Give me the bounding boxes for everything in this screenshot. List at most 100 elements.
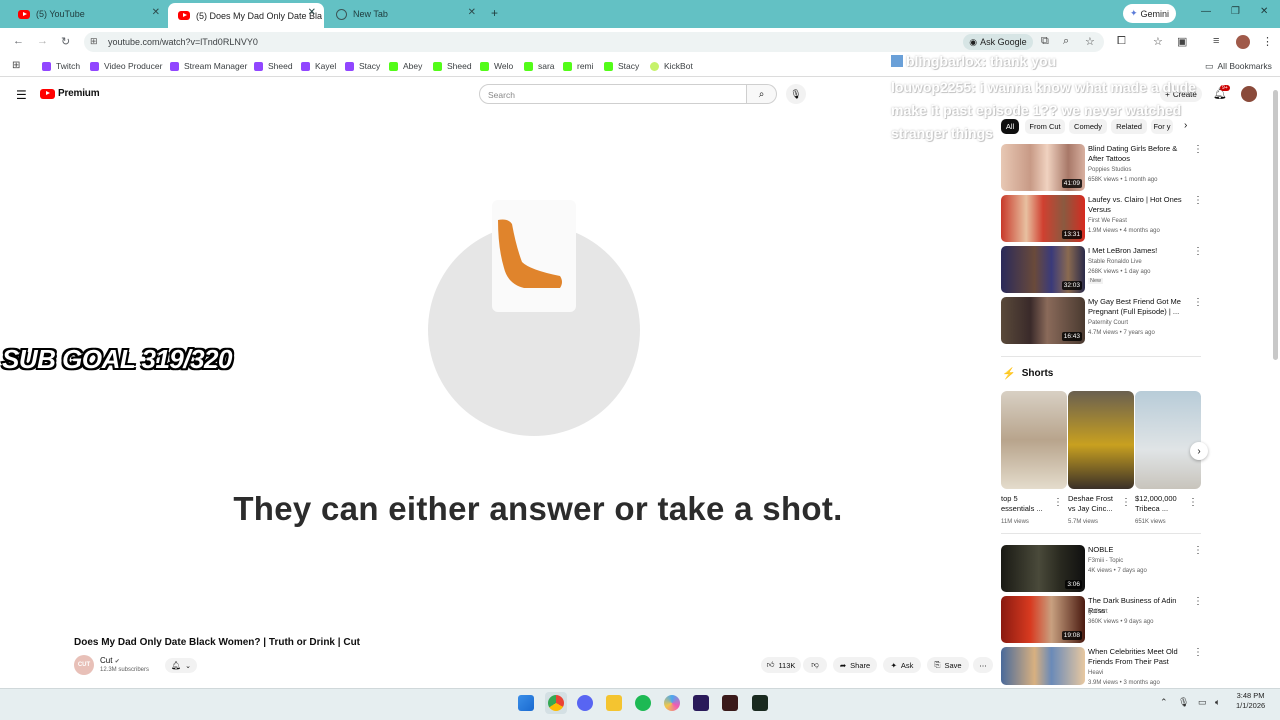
start-menu-icon[interactable] xyxy=(518,695,534,711)
bookmark-stream-manager[interactable]: Stream Manager xyxy=(170,59,247,73)
short-menu-icon[interactable]: ⋮ xyxy=(1188,497,1198,508)
video-thumbnail[interactable]: 19:08 xyxy=(1001,596,1085,643)
close-tab-icon[interactable]: ✕ xyxy=(152,7,160,18)
search-input[interactable]: Search xyxy=(479,84,747,104)
app-icon[interactable] xyxy=(722,695,738,711)
site-info-icon[interactable]: ⊞ xyxy=(90,36,98,47)
video-thumbnail[interactable]: 13:31 xyxy=(1001,195,1085,242)
video-thumbnail[interactable]: 16:43 xyxy=(1001,297,1085,344)
tray-chevron-icon[interactable]: ⌃ xyxy=(1160,697,1168,708)
apps-grid-icon[interactable]: ⊞ xyxy=(12,60,20,71)
video-channel[interactable]: Poppies Studios xyxy=(1088,165,1131,175)
video-title[interactable]: Blind Dating Girls Before & After Tattoo… xyxy=(1088,144,1192,164)
video-channel[interactable]: First We Feast xyxy=(1088,216,1127,226)
all-bookmarks[interactable]: ▭ All Bookmarks xyxy=(1205,59,1272,73)
gemini-button[interactable]: ✦ Gemini xyxy=(1123,4,1176,23)
short-menu-icon[interactable]: ⋮ xyxy=(1053,497,1063,508)
zoom-icon[interactable]: ⌕ xyxy=(1063,35,1069,48)
minimize-icon[interactable]: — xyxy=(1201,6,1211,17)
like-button[interactable]: 👍︎ 113K xyxy=(761,657,801,673)
video-channel[interactable]: Stable Ronaldo Live xyxy=(1088,257,1142,267)
reload-icon[interactable]: ↻ xyxy=(61,35,70,48)
video-title[interactable]: NOBLE xyxy=(1088,545,1192,555)
video-menu-icon[interactable]: ⋮ xyxy=(1193,297,1203,308)
bookmark-kayel[interactable]: Kayel xyxy=(301,59,336,73)
chip-for-you[interactable]: For y xyxy=(1151,119,1173,134)
copilot-icon[interactable] xyxy=(664,695,680,711)
chip-all[interactable]: All xyxy=(1001,119,1019,134)
url-text[interactable]: youtube.com/watch?v=lTnd0RLNVY0 xyxy=(108,37,258,47)
short-thumbnail[interactable] xyxy=(1068,391,1134,489)
video-title[interactable]: My Gay Best Friend Got Me Pregnant (Full… xyxy=(1088,297,1192,317)
short-title[interactable]: top 5 essentials ... xyxy=(1001,494,1053,514)
search-button[interactable]: ⌕ xyxy=(747,84,777,104)
video-title[interactable]: Laufey vs. Clairo | Hot Ones Versus xyxy=(1088,195,1192,215)
video-thumbnail[interactable]: 41:09 xyxy=(1001,144,1085,191)
video-title[interactable]: I Met LeBron James! xyxy=(1088,246,1192,256)
short-title[interactable]: $12,000,000 Tribeca ... xyxy=(1135,494,1187,514)
bookmark-stacy[interactable]: Stacy xyxy=(345,59,380,73)
extensions-icon[interactable]: ⧠ xyxy=(1117,35,1126,48)
short-thumbnail[interactable] xyxy=(1135,391,1201,489)
taskbar-clock[interactable]: 3:48 PM 1/1/2026 xyxy=(1236,691,1265,711)
app-icon-green[interactable] xyxy=(752,695,768,711)
video-thumbnail[interactable]: 32:03 xyxy=(1001,246,1085,293)
bookmark-sara[interactable]: sara xyxy=(524,59,555,73)
bookmark-kickbot[interactable]: KickBot xyxy=(650,59,693,73)
close-tab-icon[interactable]: ✕ xyxy=(308,7,316,18)
video-menu-icon[interactable]: ⋮ xyxy=(1193,647,1203,658)
volume-icon[interactable]: 🔈︎ xyxy=(1215,697,1220,708)
video-channel[interactable]: golfsert xyxy=(1088,607,1108,617)
save-button[interactable]: ⎘ Save xyxy=(927,657,969,673)
premiere-icon[interactable] xyxy=(693,695,709,711)
chip-comedy[interactable]: Comedy xyxy=(1069,119,1107,134)
video-thumbnail[interactable] xyxy=(1001,647,1085,685)
video-title[interactable]: When Celebrities Meet Old Friends From T… xyxy=(1088,647,1192,667)
bookmark-sheed[interactable]: Sheed xyxy=(254,59,293,73)
bookmark-stacy-kick[interactable]: Stacy xyxy=(604,59,639,73)
tab-new[interactable]: New Tab ✕ xyxy=(326,3,484,25)
bookmark-star-icon[interactable]: ☆ xyxy=(1153,35,1163,48)
channel-name[interactable]: Cut ✔ xyxy=(100,656,120,665)
chrome-icon[interactable] xyxy=(548,695,564,711)
video-menu-icon[interactable]: ⋮ xyxy=(1193,545,1203,556)
video-menu-icon[interactable]: ⋮ xyxy=(1193,246,1203,257)
video-menu-icon[interactable]: ⋮ xyxy=(1193,596,1203,607)
dislike-button[interactable]: 👎︎ xyxy=(803,657,827,673)
share-button[interactable]: ➦ Share xyxy=(833,657,877,673)
tab-search-icon[interactable]: ≡ xyxy=(1213,35,1219,47)
maximize-icon[interactable]: ❐ xyxy=(1231,6,1240,17)
subscribed-bell-button[interactable]: 🔔︎ ⌄ xyxy=(165,658,197,673)
video-channel[interactable]: Heavi xyxy=(1088,668,1103,678)
video-menu-icon[interactable]: ⋮ xyxy=(1193,144,1203,155)
chevron-right-icon[interactable]: › xyxy=(1184,120,1187,131)
short-thumbnail[interactable] xyxy=(1001,391,1067,489)
chip-related[interactable]: Related xyxy=(1111,119,1147,134)
close-window-icon[interactable]: ✕ xyxy=(1260,6,1268,17)
tab-video[interactable]: (5) Does My Dad Only Date Bla ✕ xyxy=(168,3,324,28)
video-thumbnail[interactable]: 3:06 xyxy=(1001,545,1085,592)
file-explorer-icon[interactable] xyxy=(606,695,622,711)
close-tab-icon[interactable]: ✕ xyxy=(468,7,476,18)
shorts-next-button[interactable]: › xyxy=(1190,442,1208,460)
sidepanel-icon[interactable]: ▣ xyxy=(1177,35,1187,48)
display-tray-icon[interactable]: ▭ xyxy=(1198,697,1207,708)
bookmark-remi[interactable]: remi xyxy=(563,59,594,73)
youtube-logo[interactable]: Premium xyxy=(40,88,100,99)
voice-search-button[interactable]: 🎙 xyxy=(786,84,806,104)
video-channel[interactable]: Paternity Court xyxy=(1088,318,1128,328)
spotify-icon[interactable] xyxy=(635,695,651,711)
forward-icon[interactable]: → xyxy=(37,35,48,47)
menu-dots-icon[interactable]: ⋮ xyxy=(1262,35,1273,48)
chip-from-cut[interactable]: From Cut xyxy=(1025,119,1065,134)
account-avatar[interactable] xyxy=(1241,86,1257,102)
bookmark-twitch[interactable]: Twitch xyxy=(42,59,80,73)
profile-avatar[interactable] xyxy=(1236,35,1250,49)
more-actions-button[interactable]: ⋯ xyxy=(973,657,993,673)
back-icon[interactable]: ← xyxy=(13,35,24,47)
bookmark-abey[interactable]: Abey xyxy=(389,59,422,73)
bookmark-sheed-kick[interactable]: Sheed xyxy=(433,59,472,73)
ask-google-button[interactable]: ◉ Ask Google xyxy=(963,34,1033,50)
ask-button[interactable]: ✦ Ask xyxy=(883,657,921,673)
short-menu-icon[interactable]: ⋮ xyxy=(1121,497,1131,508)
